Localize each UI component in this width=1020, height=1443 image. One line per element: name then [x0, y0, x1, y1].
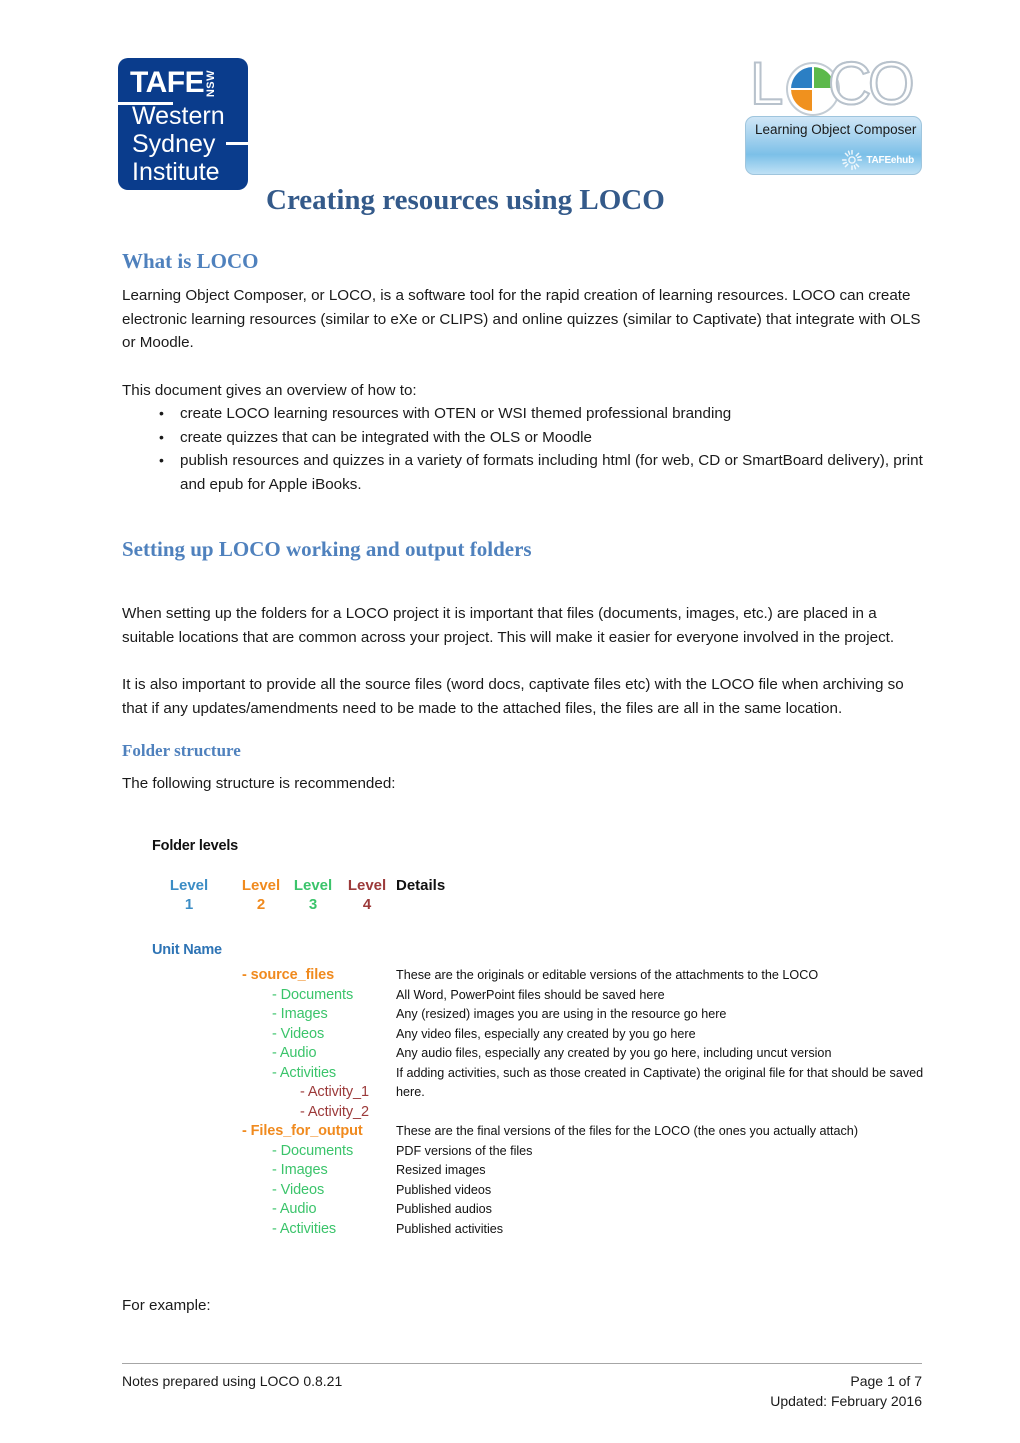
paragraph-what-is-loco: Learning Object Composer, or LOCO, is a … — [122, 287, 921, 351]
folder-detail: Published audios — [396, 1202, 492, 1216]
folder-label: - Activity_2 — [300, 1103, 369, 1120]
overview-bullet-list: create LOCO learning resources with OTEN… — [122, 402, 924, 496]
list-item: create quizzes that can be integrated wi… — [159, 426, 924, 450]
folder-label: - source_files — [242, 967, 335, 983]
folder-label: - Activity_1 — [300, 1084, 369, 1100]
folder-detail: Published videos — [396, 1182, 492, 1197]
footer-page-number: Page 1 of 7 — [850, 1373, 922, 1389]
folder-label: - Videos — [272, 1181, 325, 1198]
list-item: create LOCO learning resources with OTEN… — [159, 402, 924, 426]
tafe-ehub-label: TAFEehub — [866, 154, 914, 166]
loco-letter-c: C — [827, 50, 872, 117]
folder-detail: PDF versions of the files — [396, 1143, 533, 1158]
tafe-acronym: TAFE — [130, 66, 205, 99]
table-row: - Audio Published audios — [152, 1200, 932, 1220]
table-row: - Documents PDF versions of the files — [152, 1142, 932, 1162]
tafe-logo-rule-bottom — [226, 142, 248, 145]
folder-label: - Files_for_output — [242, 1123, 363, 1139]
folder-detail: Resized images — [396, 1163, 486, 1177]
table-row: - Documents All Word, PowerPoint files s… — [152, 986, 932, 1006]
diagram-title: Folder levels — [152, 838, 239, 854]
tafe-nsw-logo: TAFE NSW Western Sydney Institute — [118, 58, 248, 190]
table-row: - Images Any (resized) images you are us… — [152, 1005, 932, 1025]
paragraph-setting-up-1: When setting up the folders for a LOCO p… — [122, 605, 895, 646]
table-row: - Activity_2 — [152, 1103, 932, 1123]
paragraph-setting-up-2: It is also important to provide all the … — [122, 676, 904, 717]
column-header-details: Details — [396, 877, 446, 894]
folder-label: - Audio — [272, 1201, 317, 1217]
folder-detail: These are the originals or editable vers… — [396, 968, 819, 982]
table-row: - Images Resized images — [152, 1161, 932, 1181]
tafe-name-line-1: Western — [132, 102, 225, 130]
tafe-name-line-2: Sydney — [132, 130, 216, 158]
loco-tagline: Learning Object Composer — [755, 122, 917, 137]
table-row: - Videos Any video files, especially any… — [152, 1025, 932, 1045]
paragraph-for-example: For example: — [122, 1297, 211, 1314]
loco-wordmark: L C O — [749, 53, 918, 120]
document-page: TAFE NSW Western Sydney Institute L C O — [0, 0, 1020, 1443]
paragraph-overview-intro: This document gives an overview of how t… — [122, 381, 417, 399]
folder-detail: Any video files, especially any created … — [396, 1026, 696, 1041]
heading-setting-up: Setting up LOCO working and output folde… — [122, 537, 532, 561]
column-header-level-4: Level 4 — [347, 877, 387, 913]
document-body: What is LOCO Learning Object Composer, o… — [122, 248, 924, 796]
loco-letter-l: L — [749, 50, 784, 117]
column-header-level-1: Level 1 — [169, 877, 209, 913]
page-title: Creating resources using LOCO — [266, 184, 665, 216]
table-row: - Videos Published videos — [152, 1181, 932, 1201]
page-header: TAFE NSW Western Sydney Institute L C O — [0, 0, 1020, 190]
loco-logo: L C O Learning Object Composer TAFEehub — [745, 53, 922, 175]
folder-label: - Activities — [272, 1220, 337, 1237]
diagram-root-unit-name: Unit Name — [152, 942, 222, 958]
folder-structure-diagram: Folder levels Level 1 Level 2 Level 3 Le… — [152, 838, 932, 1239]
folder-label: - Images — [272, 1162, 328, 1178]
folder-detail: Any (resized) images you are using in th… — [396, 1007, 727, 1021]
folder-label: - Documents — [272, 1142, 354, 1159]
folder-detail: Published activities — [396, 1221, 504, 1236]
folder-detail: All Word, PowerPoint files should be sav… — [396, 987, 665, 1002]
footer-updated-date: Updated: February 2016 — [770, 1393, 922, 1409]
table-row: - Files_for_output These are the final v… — [152, 1122, 932, 1142]
folder-label: - Documents — [272, 986, 354, 1003]
page-footer: Notes prepared using LOCO 0.8.21 Page 1 … — [122, 1371, 922, 1411]
table-row: - Activities Published activities — [152, 1220, 932, 1240]
tafe-acronym-block: TAFE NSW — [130, 68, 217, 98]
tafe-ehub-mark: TAFEehub — [841, 149, 914, 171]
diagram-tree: - source_files These are the originals o… — [152, 966, 932, 1239]
list-item: publish resources and quizzes in a varie… — [159, 449, 924, 496]
loco-tagline-banner: Learning Object Composer TAFEehub — [745, 116, 922, 175]
tafe-name-line-3: Institute — [132, 158, 220, 186]
table-row: - Audio Any audio files, especially any … — [152, 1044, 932, 1064]
paragraph-folder-structure-intro: The following structure is recommended: — [122, 775, 396, 792]
tafe-institute-name: Western Sydney Institute — [132, 102, 225, 186]
folder-label: - Activities — [272, 1064, 337, 1081]
ehub-burst-icon — [841, 149, 863, 171]
folder-detail: Any audio files, especially any created … — [396, 1046, 832, 1060]
folder-label: - Videos — [272, 1025, 325, 1042]
column-header-level-3: Level 3 — [293, 877, 333, 913]
table-row: - Activity_1 — [152, 1083, 932, 1103]
heading-folder-structure: Folder structure — [122, 741, 241, 760]
folder-label: - Audio — [272, 1045, 317, 1061]
diagram-column-headers: Level 1 Level 2 Level 3 Level 4 Details — [152, 876, 932, 920]
loco-letter-o: O — [867, 50, 916, 117]
footer-notes-text: Notes prepared using LOCO 0.8.21 — [122, 1373, 343, 1389]
footer-divider — [122, 1363, 922, 1364]
folder-label: - Images — [272, 1006, 328, 1022]
tafe-nsw-label: NSW — [205, 70, 218, 98]
heading-what-is-loco: What is LOCO — [122, 249, 259, 273]
table-row: - source_files These are the originals o… — [152, 966, 932, 986]
column-header-level-2: Level 2 — [241, 877, 281, 913]
table-row: - Activities If adding activities, such … — [152, 1064, 932, 1100]
folder-detail: These are the final versions of the file… — [396, 1124, 859, 1138]
